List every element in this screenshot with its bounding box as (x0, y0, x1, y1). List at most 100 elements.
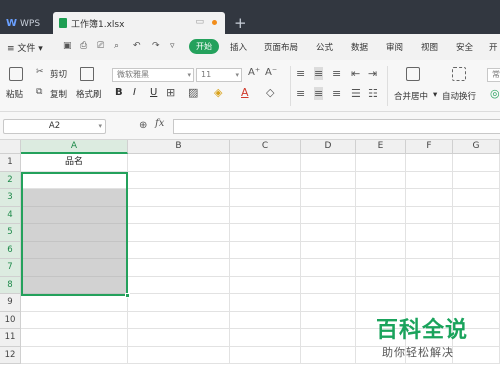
font-size-select[interactable]: 11 ▾ (196, 68, 242, 82)
row-header-1[interactable]: 1 (0, 154, 21, 172)
cell-d1[interactable] (301, 154, 356, 172)
align-bottom-icon[interactable]: ≡ (332, 67, 341, 80)
tab-start[interactable]: 开始 (189, 39, 219, 54)
cell-b3[interactable] (128, 189, 230, 207)
cut-button[interactable]: 剪切 (50, 68, 67, 80)
column-header-a[interactable]: A (21, 140, 128, 154)
cell-f1[interactable] (406, 154, 453, 172)
cell-e2[interactable] (356, 171, 406, 189)
tab-page-layout[interactable]: 页面布局 (264, 41, 298, 53)
cell-g2[interactable] (453, 171, 500, 189)
fill-handle[interactable] (125, 293, 130, 298)
copy-button[interactable]: 复制 (50, 88, 67, 100)
redo-icon[interactable]: ↷ (152, 41, 160, 51)
decrease-font-icon[interactable]: A⁻ (265, 67, 277, 78)
cell-a10[interactable] (21, 311, 128, 329)
cell-a5[interactable] (21, 224, 128, 242)
column-header-d[interactable]: D (301, 140, 356, 154)
merge-dropdown-icon[interactable]: ▾ (433, 90, 437, 100)
print-icon[interactable]: ⎚ (97, 41, 104, 51)
tab-data[interactable]: 数据 (351, 41, 368, 53)
cell-a12[interactable] (21, 346, 128, 364)
cell-d7[interactable] (301, 259, 356, 277)
cell-e1[interactable] (356, 154, 406, 172)
distributed-icon[interactable]: ☷ (368, 87, 378, 100)
tab-insert[interactable]: 插入 (230, 41, 247, 53)
row-header-2[interactable]: 2 (0, 171, 21, 189)
cell-g4[interactable] (453, 206, 500, 224)
cell-d10[interactable] (301, 311, 356, 329)
italic-button[interactable]: I (133, 87, 136, 98)
cell-d3[interactable] (301, 189, 356, 207)
merge-cells-icon[interactable] (406, 67, 420, 81)
row-header-8[interactable]: 8 (0, 276, 21, 294)
bold-button[interactable]: B (115, 87, 123, 98)
cell-g6[interactable] (453, 241, 500, 259)
wrap-text-icon[interactable] (452, 67, 466, 81)
name-box[interactable]: A2 ▾ (3, 119, 106, 134)
underline-button[interactable]: U (150, 87, 157, 98)
cell-a1[interactable]: 品名 (21, 154, 128, 172)
cell-d11[interactable] (301, 329, 356, 347)
row-header-5[interactable]: 5 (0, 224, 21, 242)
increase-indent-icon[interactable]: ⇥ (368, 67, 377, 80)
cell-e3[interactable] (356, 189, 406, 207)
paste-button[interactable]: 粘贴 (6, 88, 23, 100)
tab-view[interactable]: 视图 (421, 41, 438, 53)
cell-c11[interactable] (230, 329, 301, 347)
cell-c3[interactable] (230, 189, 301, 207)
cell-c9[interactable] (230, 294, 301, 312)
undo-icon[interactable]: ↶ (133, 41, 141, 51)
tab-wps-home[interactable]: W WPS (0, 13, 50, 34)
cell-a11[interactable] (21, 329, 128, 347)
cell-b9[interactable] (128, 294, 230, 312)
cell-e8[interactable] (356, 276, 406, 294)
cell-d9[interactable] (301, 294, 356, 312)
cell-f9[interactable] (406, 294, 453, 312)
paste-icon[interactable] (9, 67, 23, 81)
cell-b5[interactable] (128, 224, 230, 242)
cell-b6[interactable] (128, 241, 230, 259)
cell-c7[interactable] (230, 259, 301, 277)
align-center-icon[interactable]: ≡ (314, 87, 324, 100)
unsaved-dot-icon[interactable] (212, 19, 217, 25)
cell-b2[interactable] (128, 171, 230, 189)
cell-f8[interactable] (406, 276, 453, 294)
cell-c6[interactable] (230, 241, 301, 259)
cell-g9[interactable] (453, 294, 500, 312)
cell-c10[interactable] (230, 311, 301, 329)
column-header-f[interactable]: F (406, 140, 453, 154)
format-painter-icon[interactable] (80, 67, 94, 81)
decrease-indent-icon[interactable]: ⇤ (351, 67, 360, 80)
cell-a3[interactable] (21, 189, 128, 207)
row-header-10[interactable]: 10 (0, 311, 21, 329)
tab-developer[interactable]: 开 (489, 41, 498, 53)
cell-d6[interactable] (301, 241, 356, 259)
fill-color-icon[interactable]: ◈ (214, 86, 222, 99)
row-header-9[interactable]: 9 (0, 294, 21, 312)
cell-f2[interactable] (406, 171, 453, 189)
cell-f5[interactable] (406, 224, 453, 242)
cell-f7[interactable] (406, 259, 453, 277)
row-header-3[interactable]: 3 (0, 189, 21, 207)
number-format-select[interactable]: 常 (487, 68, 500, 82)
cell-g8[interactable] (453, 276, 500, 294)
cell-a9[interactable] (21, 294, 128, 312)
cell-f3[interactable] (406, 189, 453, 207)
column-header-b[interactable]: B (128, 140, 230, 154)
cell-c5[interactable] (230, 224, 301, 242)
cell-c4[interactable] (230, 206, 301, 224)
cell-d12[interactable] (301, 346, 356, 364)
cell-a4[interactable] (21, 206, 128, 224)
export-icon[interactable]: ⎙ (80, 41, 87, 51)
column-header-c[interactable]: C (230, 140, 301, 154)
row-header-6[interactable]: 6 (0, 241, 21, 259)
cell-b8[interactable] (128, 276, 230, 294)
justify-icon[interactable]: ☰ (351, 87, 361, 100)
print-preview-icon[interactable]: ⌕ (114, 41, 119, 51)
cell-d5[interactable] (301, 224, 356, 242)
clear-format-icon[interactable]: ◇ (266, 86, 274, 99)
row-header-7[interactable]: 7 (0, 259, 21, 277)
cell-style-icon[interactable]: ▨ (188, 86, 198, 99)
add-tab-button[interactable]: + (234, 13, 247, 33)
